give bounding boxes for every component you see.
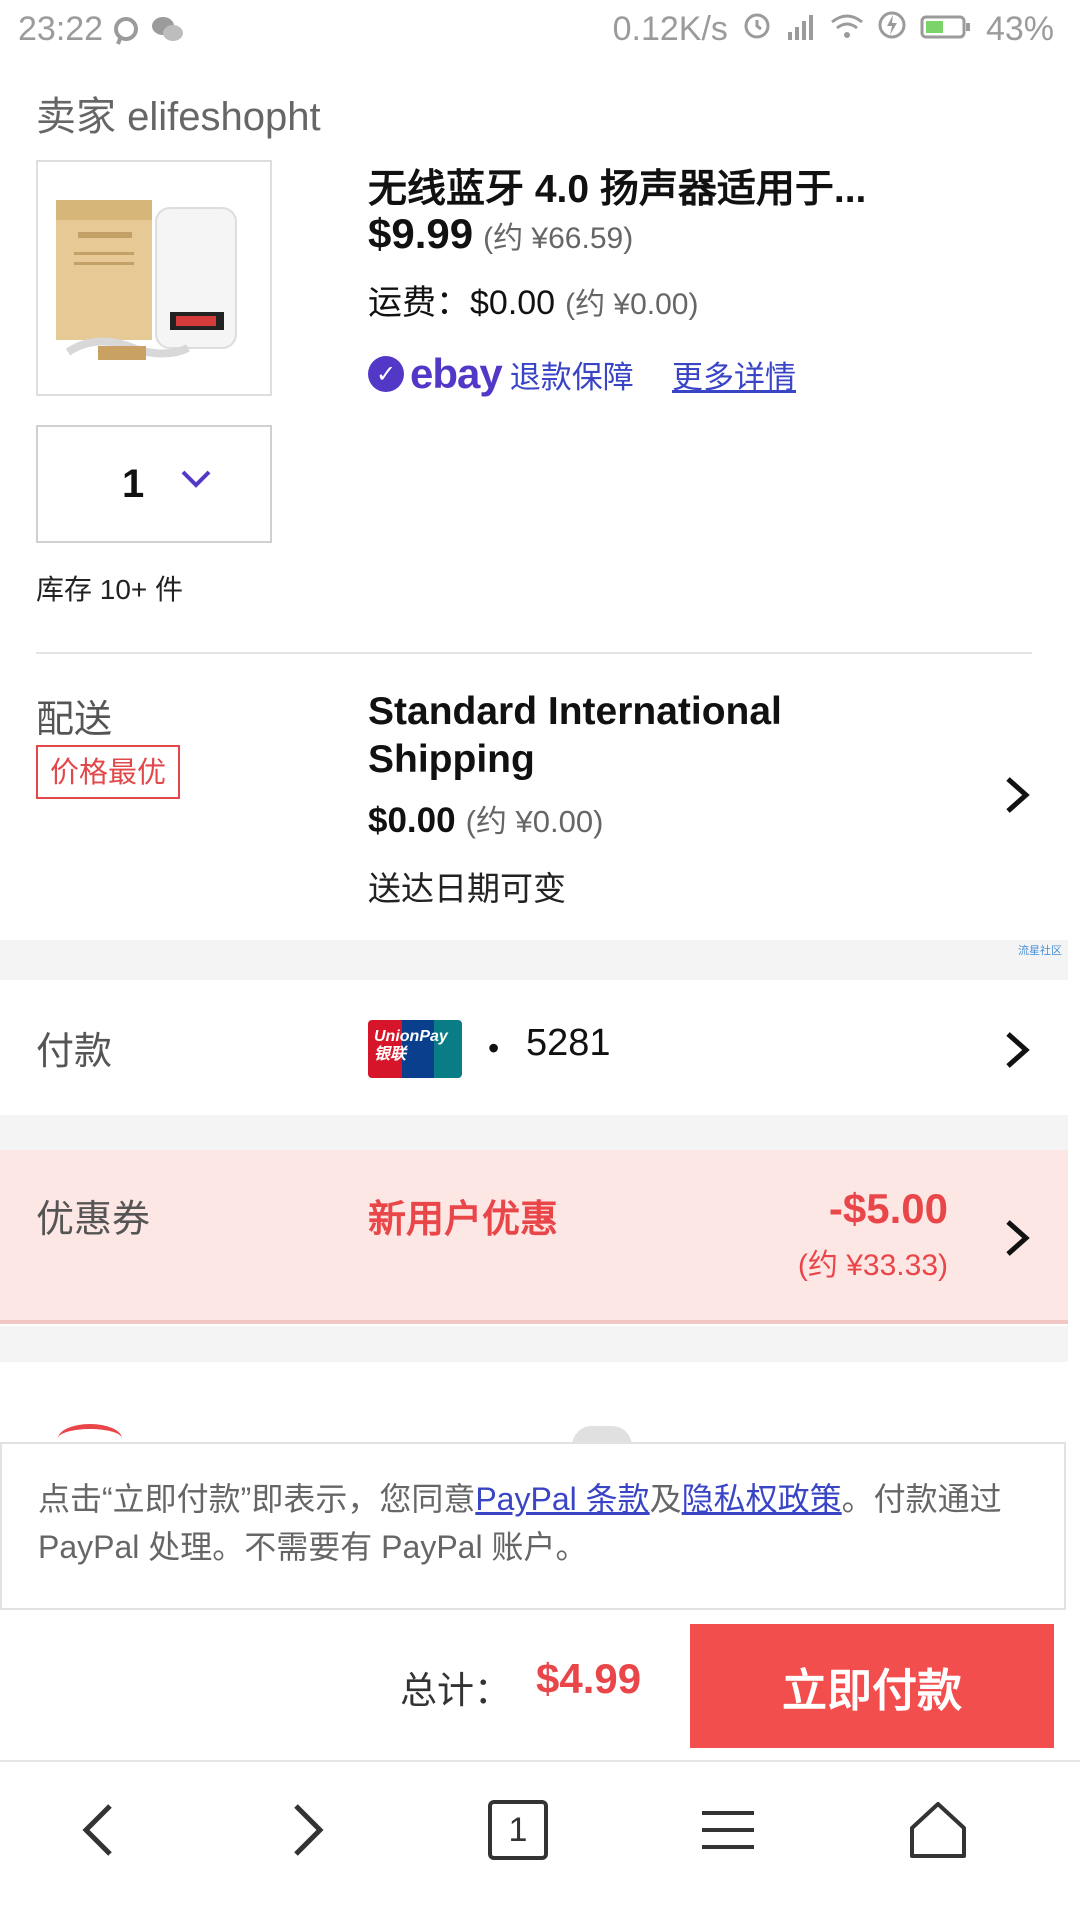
item-price-approx: (约 ¥66.59) (483, 222, 634, 255)
section-separator (0, 1326, 1068, 1362)
watermark: 流星社区 (1018, 945, 1062, 957)
delivery-price-approx: (约 ¥0.00) (465, 804, 604, 839)
alarm-icon (742, 10, 772, 49)
pay-now-button[interactable]: 立即付款 (690, 1624, 1054, 1748)
delivery-date-note: 送达日期可变 (368, 870, 566, 907)
card-bullet: • (488, 1030, 500, 1066)
ebay-logo: ebay (410, 350, 503, 397)
terms-text: 点击“立即付款”即表示，您同意PayPal 条款及隐私权政策。付款通过 PayP… (38, 1475, 1038, 1571)
card-brand: UnionPay 银联 (374, 1028, 448, 1063)
shipping-approx: (约 ¥0.00) (565, 288, 699, 321)
paypal-terms-link[interactable]: PayPal 条款 (475, 1481, 649, 1517)
forward-icon[interactable] (258, 1780, 358, 1880)
best-price-badge: 价格最优 (36, 745, 181, 799)
money-back-guarantee: ✓ ebay 退款保障 (368, 350, 634, 398)
section-separator (0, 1115, 1068, 1150)
item-price: $9.99 (约 ¥66.59) (368, 210, 633, 258)
delivery-label: 配送 (36, 699, 113, 741)
total-value: $4.99 (536, 1655, 642, 1702)
check-badge-icon: ✓ (368, 356, 404, 392)
home-icon[interactable] (888, 1780, 988, 1880)
divider (36, 652, 1032, 654)
charge-icon (878, 10, 906, 49)
coupon-name: 新用户优惠 (368, 1199, 559, 1241)
section-separator (0, 940, 1068, 980)
privacy-policy-link[interactable]: 隐私权政策 (682, 1481, 842, 1517)
coupon-label: 优惠券 (36, 1199, 151, 1241)
guarantee-text: 退款保障 (509, 359, 634, 395)
terms-and: 及 (649, 1481, 682, 1517)
battery-percent: 43% (985, 10, 1054, 48)
tab-count: 1 (488, 1800, 548, 1860)
item-thumbnail[interactable] (36, 160, 272, 396)
seller-name[interactable]: 卖家 elifeshopht (36, 84, 321, 142)
status-time: 23:22 (18, 10, 104, 48)
wechat-icon (150, 14, 184, 53)
item-shipping: 运费：$0.00 (约 ¥0.00) (368, 275, 698, 324)
signal-icon (786, 10, 816, 49)
coupon-chevron-right-icon[interactable] (1004, 1218, 1030, 1263)
stock-info: 库存 10+ 件 (36, 574, 184, 605)
item-title[interactable]: 无线蓝牙 4.0 扬声器适用于... (368, 158, 866, 214)
card-last4: 5281 (526, 1022, 611, 1064)
unionpay-logo: UnionPay 银联 (368, 1020, 462, 1078)
total-label: 总计： (400, 1670, 511, 1711)
delivery-price: $0.00 (约 ¥0.00) (368, 796, 603, 841)
delivery-price-value: $0.00 (368, 801, 456, 840)
chat-icon (112, 16, 142, 55)
chevron-down-icon (180, 469, 212, 494)
quantity-value: 1 (122, 461, 145, 506)
more-details-link[interactable]: 更多详情 (672, 352, 796, 397)
menu-icon[interactable] (678, 1780, 778, 1880)
coupon-amount-approx: (约 ¥33.33) (797, 1249, 948, 1282)
item-price-value: $9.99 (368, 210, 474, 257)
network-speed: 0.12K/s (612, 10, 728, 48)
quantity-select[interactable]: 1 (36, 425, 272, 543)
status-bar: 23:22 0.12K/s 43% (0, 0, 1080, 62)
back-icon[interactable] (48, 1780, 148, 1880)
wifi-icon (830, 10, 864, 49)
tabs-button[interactable]: 1 (468, 1780, 568, 1880)
delivery-chevron-right-icon[interactable] (1004, 775, 1030, 820)
status-right: 0.12K/s 43% (613, 10, 1054, 49)
payment-label: 付款 (36, 1031, 113, 1073)
shipping-cost: 运费：$0.00 (368, 284, 556, 322)
coupon-amount: -$5.00 (828, 1185, 948, 1232)
shipping-method[interactable]: Standard International Shipping (368, 688, 888, 784)
payment-chevron-right-icon[interactable] (1004, 1030, 1030, 1075)
battery-icon (920, 10, 972, 49)
terms-prefix: 点击“立即付款”即表示，您同意 (38, 1481, 476, 1517)
